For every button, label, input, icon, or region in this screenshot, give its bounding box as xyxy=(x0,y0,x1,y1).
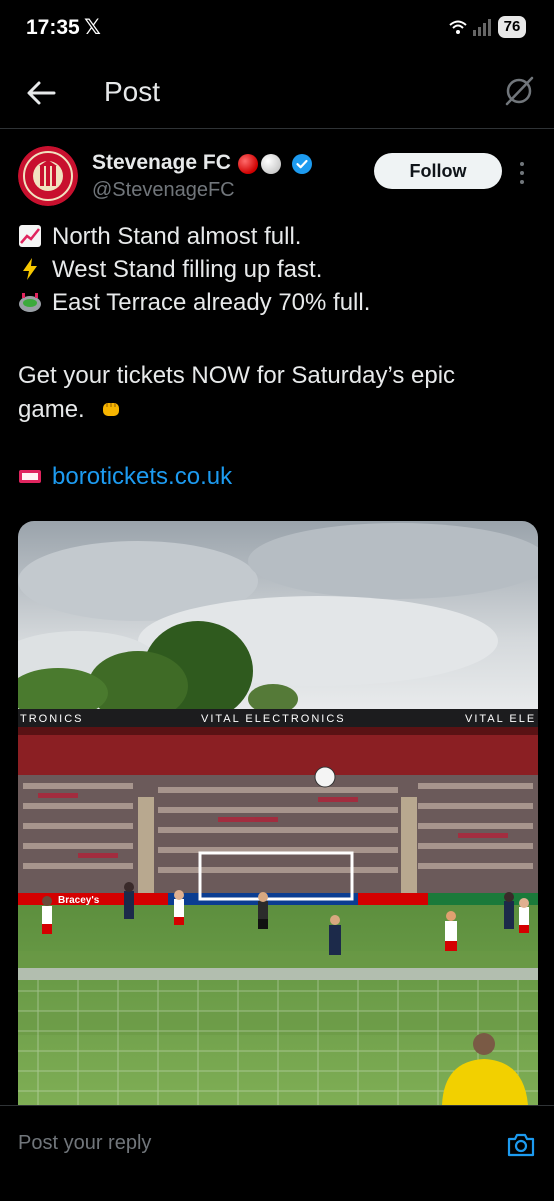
status-time: 17:35 xyxy=(26,16,80,39)
sponsor-text-center: VITAL ELECTRONICS xyxy=(201,713,346,725)
reply-input[interactable]: Post your reply xyxy=(18,1132,151,1155)
signal-icon xyxy=(473,19,491,36)
follow-button[interactable]: Follow xyxy=(374,153,502,189)
tweet-media-image[interactable]: TRONICS VITAL ELECTRONICS VITAL ELE Brac… xyxy=(18,521,538,1105)
author-handle[interactable]: @StevenageFC xyxy=(92,179,235,202)
author-name[interactable]: Stevenage FC xyxy=(92,151,231,175)
sponsor-text-left: TRONICS xyxy=(20,713,84,725)
top-bar: Post xyxy=(0,56,554,128)
avatar[interactable] xyxy=(18,146,78,206)
tweet-line-text: Get your tickets NOW for Saturday’s epic xyxy=(18,362,456,389)
stadium-icon xyxy=(19,293,41,312)
white-circle-icon xyxy=(261,154,281,174)
reply-bar: Post your reply xyxy=(0,1105,554,1201)
page-title: Post xyxy=(104,76,161,107)
chart-increasing-icon xyxy=(19,225,41,247)
tweet-line-text: West Stand filling up fast. xyxy=(52,256,323,283)
tweet-line-5: game. xyxy=(18,396,133,424)
ad-board-text: Bracey's xyxy=(58,895,100,906)
battery-indicator: 76 xyxy=(498,16,526,38)
tweet-line-3: East Terrace already 70% full. xyxy=(18,289,370,317)
fist-icon xyxy=(103,403,120,416)
tweet-link[interactable]: borotickets.co.uk xyxy=(52,463,232,490)
tweet-line-text: East Terrace already 70% full. xyxy=(52,289,371,316)
ticket-icon xyxy=(19,470,41,483)
more-options-icon[interactable] xyxy=(514,159,530,187)
back-arrow-icon[interactable] xyxy=(24,76,58,110)
status-bar: 17:35 𝕏 76 xyxy=(0,0,554,56)
verified-badge-icon xyxy=(292,154,312,174)
tweet-line-1: North Stand almost full. xyxy=(18,223,301,251)
header-divider xyxy=(0,128,554,129)
club-colors-emoji xyxy=(238,154,281,174)
tweet-line-4: Get your tickets NOW for Saturday’s epic xyxy=(18,362,455,390)
red-circle-icon xyxy=(238,154,258,174)
grok-icon[interactable] xyxy=(502,74,536,108)
lightning-icon xyxy=(23,258,37,280)
tweet-line-link: borotickets.co.uk xyxy=(18,463,232,491)
tweet-line-text: game. xyxy=(18,396,85,423)
tweet-line-text: North Stand almost full. xyxy=(52,223,302,250)
camera-icon[interactable] xyxy=(506,1130,536,1160)
tweet-line-2: West Stand filling up fast. xyxy=(18,256,322,284)
sponsor-text-right: VITAL ELE xyxy=(465,713,536,725)
wifi-icon xyxy=(449,20,467,34)
x-notification-icon: 𝕏 xyxy=(84,16,101,39)
